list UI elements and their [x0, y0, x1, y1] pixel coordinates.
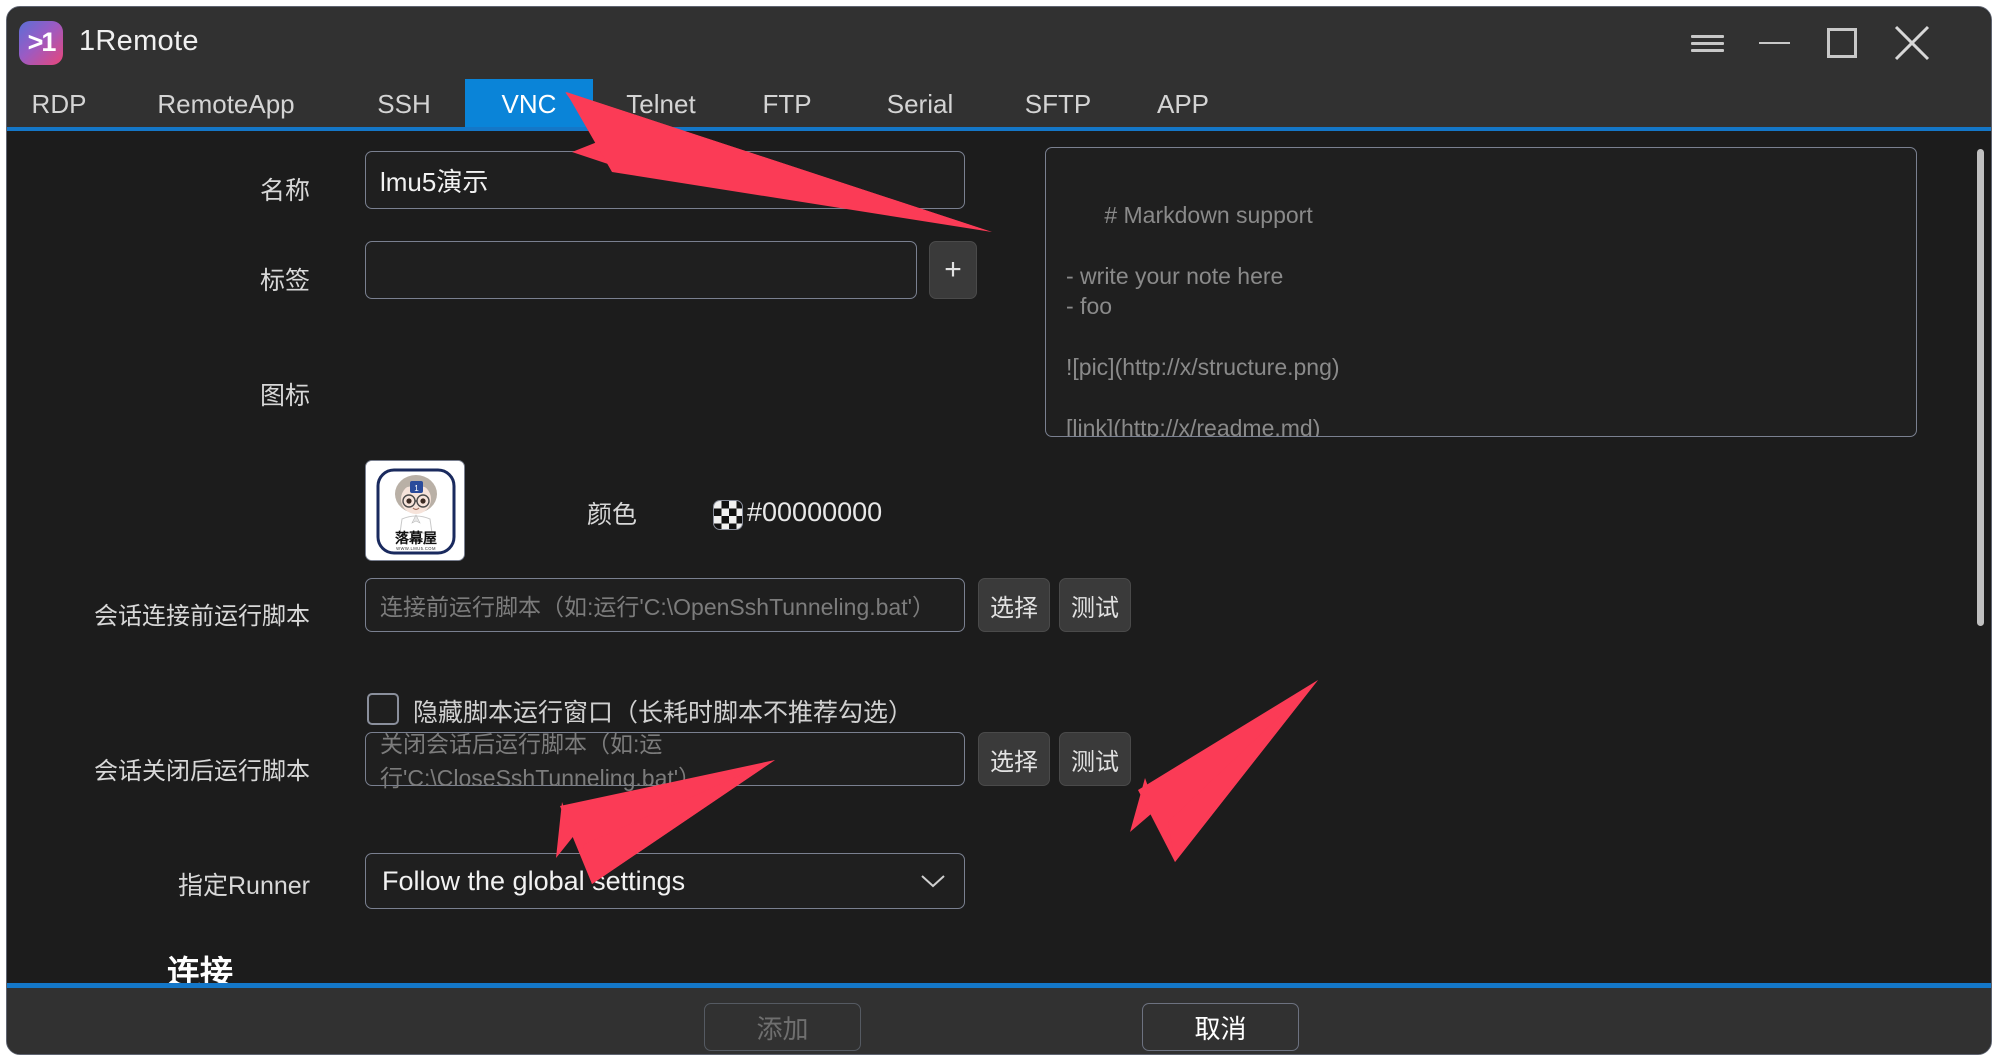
add-tag-button[interactable]: +	[929, 241, 977, 299]
tab-remoteapp[interactable]: RemoteApp	[147, 79, 305, 129]
close-icon[interactable]	[1885, 17, 1939, 69]
post-script-test-button[interactable]: 测试	[1059, 732, 1131, 786]
label-runner: 指定Runner	[178, 872, 310, 900]
menu-bar-1	[1690, 34, 1724, 38]
menu-bar-2	[1690, 41, 1724, 45]
app-logo-glyph: >1	[27, 26, 57, 57]
vertical-scrollbar-track[interactable]	[1973, 131, 1987, 983]
svg-text:1: 1	[414, 484, 419, 493]
footer-bar: 添加 取消	[7, 988, 1991, 1054]
runner-select[interactable]: Follow the global settings	[365, 853, 965, 909]
close-glyph	[1894, 25, 1930, 61]
pre-script-placeholder: 连接前运行脚本（如:运行'C:\OpenSshTunneling.bat'）	[380, 594, 935, 620]
pre-script-input[interactable]: 连接前运行脚本（如:运行'C:\OpenSshTunneling.bat'）	[365, 578, 965, 632]
form-content-area: 名称 lmu5演示 标签 + 图标 1 落幕屋 WWW.LMU5.COM 颜色 …	[7, 131, 1991, 1054]
tab-serial[interactable]: Serial	[867, 79, 973, 129]
chevron-down-icon	[921, 875, 945, 888]
label-color: 颜色	[586, 501, 637, 529]
label-tag: 标签	[259, 267, 310, 295]
add-button[interactable]: 添加	[704, 1003, 861, 1051]
name-input[interactable]: lmu5演示	[365, 151, 965, 209]
menu-bar-3	[1690, 48, 1724, 52]
app-window: >1 1Remote RDP RemoteApp SSH VNC Telnet …	[6, 6, 1992, 1055]
color-value-text: #00000000	[747, 497, 883, 527]
app-title: 1Remote	[79, 25, 199, 57]
label-name: 名称	[259, 177, 310, 205]
tab-telnet[interactable]: Telnet	[607, 79, 715, 129]
runner-selected-value: Follow the global settings	[382, 865, 686, 896]
vertical-scrollbar-thumb[interactable]	[1977, 149, 1984, 626]
name-input-value: lmu5演示	[380, 166, 489, 197]
app-logo-icon: >1	[19, 21, 63, 65]
tab-sftp[interactable]: SFTP	[1009, 79, 1107, 129]
color-swatch-button[interactable]	[713, 500, 743, 530]
minimize-icon[interactable]	[1747, 17, 1801, 69]
svg-text:WWW.LMU5.COM: WWW.LMU5.COM	[396, 546, 436, 551]
maximize-icon[interactable]	[1815, 17, 1869, 69]
hamburger-menu-icon[interactable]	[1680, 17, 1734, 69]
label-post-script: 会话关闭后运行脚本	[94, 758, 310, 785]
label-icon: 图标	[259, 382, 310, 410]
tab-ftp[interactable]: FTP	[747, 79, 827, 129]
post-script-choose-button[interactable]: 选择	[978, 732, 1050, 786]
note-markdown-input[interactable]: # Markdown support - write your note her…	[1045, 147, 1917, 437]
tab-strip: RDP RemoteApp SSH VNC Telnet FTP Serial …	[7, 79, 1991, 129]
hide-script-window-label: 隐藏脚本运行窗口（长耗时脚本不推荐勾选）	[413, 699, 914, 727]
minimize-line	[1758, 42, 1790, 44]
tab-rdp[interactable]: RDP	[25, 79, 93, 129]
pre-script-choose-button[interactable]: 选择	[978, 578, 1050, 632]
pre-script-test-button[interactable]: 测试	[1059, 578, 1131, 632]
title-bar: >1 1Remote	[7, 7, 1991, 79]
tab-vnc[interactable]: VNC	[465, 79, 593, 129]
post-script-placeholder: 关闭会话后运行脚本（如:运行'C:\CloseSshTunneling.bat'…	[380, 731, 702, 791]
note-placeholder-text: # Markdown support - write your note her…	[1066, 202, 1340, 437]
tab-app[interactable]: APP	[1143, 79, 1223, 129]
tag-input[interactable]	[365, 241, 917, 299]
label-pre-script: 会话连接前运行脚本	[94, 603, 310, 630]
tab-ssh[interactable]: SSH	[365, 79, 443, 129]
maximize-box	[1827, 28, 1857, 58]
post-script-input[interactable]: 关闭会话后运行脚本（如:运行'C:\CloseSshTunneling.bat'…	[365, 731, 965, 791]
svg-text:落幕屋: 落幕屋	[395, 530, 437, 547]
hide-script-window-checkbox[interactable]	[367, 693, 399, 725]
cancel-button[interactable]: 取消	[1142, 1003, 1299, 1051]
